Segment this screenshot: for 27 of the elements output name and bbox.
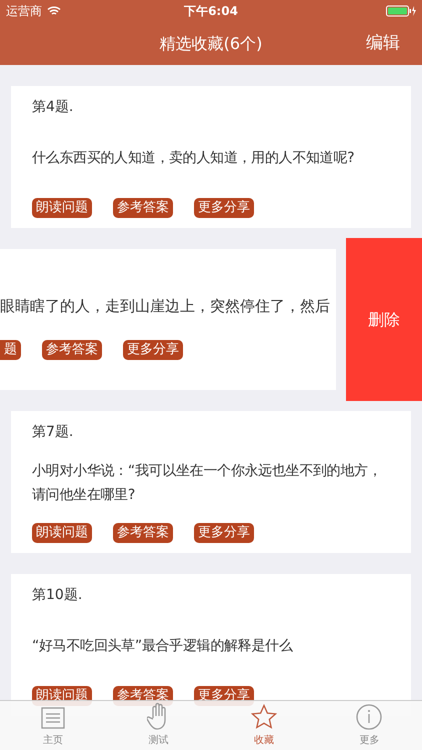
action-button[interactable]: 题 [0, 340, 21, 360]
question-text: 眼睛瞎了的人，走到山崖边上，突然停住了，然后 [0, 296, 331, 317]
battery-icon [386, 5, 416, 17]
carrier-text: 运营商 [6, 3, 42, 20]
list-icon [40, 706, 65, 730]
edit-button[interactable]: 编辑 [366, 30, 400, 56]
tab-bar-item[interactable]: 更多 [316, 701, 422, 750]
clock-text: 下午6:04 [184, 3, 238, 20]
action-button[interactable]: 朗读问题 [32, 523, 92, 543]
question-number: 第4题. [32, 98, 74, 117]
question-text: “好马不吃回头草”最合乎逻辑的解释是什么 [32, 637, 293, 656]
action-button[interactable]: 参考答案 [42, 340, 102, 360]
action-button[interactable]: 更多分享 [123, 340, 183, 360]
action-button[interactable]: 参考答案 [113, 198, 173, 218]
action-button[interactable]: 更多分享 [194, 198, 254, 218]
question-number: 第10题. [32, 586, 84, 605]
delete-button[interactable]: 删除 [346, 238, 422, 401]
star-icon [250, 704, 277, 730]
info-icon [356, 704, 382, 730]
question-text: 小明对小华说：“我可以坐在一个你永远也坐不到的地方，请问他坐在哪里? [32, 462, 382, 505]
nav-title: 精选收藏(6个) [160, 32, 262, 54]
wifi-icon [47, 6, 61, 16]
question-text: 什么东西买的人知道，卖的人知道，用的人不知道呢? [32, 149, 354, 168]
question-number: 第7题. [32, 423, 74, 442]
action-button[interactable]: 参考答案 [113, 523, 173, 543]
action-button[interactable]: 朗读问题 [32, 198, 92, 218]
action-button[interactable]: 更多分享 [194, 523, 254, 543]
